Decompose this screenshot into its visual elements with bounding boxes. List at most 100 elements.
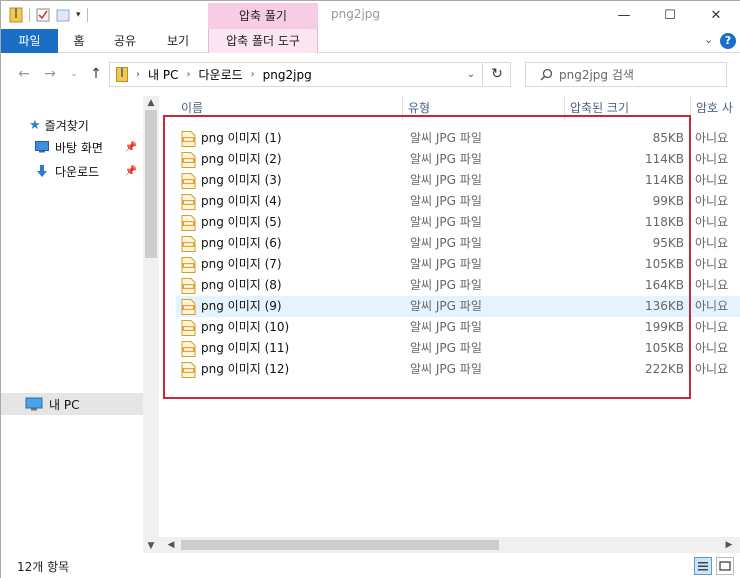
forward-button[interactable]: → xyxy=(41,65,59,83)
status-bar: 12개 항목 xyxy=(1,553,740,578)
scroll-up-icon[interactable]: ▲ xyxy=(143,96,159,110)
maximize-icon: ☐ xyxy=(664,7,676,23)
details-view-button[interactable] xyxy=(694,557,712,575)
address-bar[interactable]: › 내 PC › 다운로드 › png2jpg xyxy=(109,62,483,87)
zip-folder-icon xyxy=(116,67,128,82)
file-name: png 이미지 (12) xyxy=(201,362,290,376)
file-row[interactable]: png 이미지 (8) 알씨 JPG 파일 164KB 아니요 xyxy=(176,275,740,296)
pin-icon[interactable]: 📌 xyxy=(125,142,137,153)
navigation-pane-scrollbar[interactable]: ▲ ▼ xyxy=(143,96,159,553)
file-name: png 이미지 (10) xyxy=(201,320,290,334)
nav-this-pc[interactable]: 내 PC xyxy=(1,393,143,415)
file-compressed-size: 164KB xyxy=(644,278,684,292)
file-compressed-size: 114KB xyxy=(644,173,684,187)
file-password: 아니요 xyxy=(695,320,729,334)
help-button[interactable]: ? xyxy=(720,33,736,49)
nav-label: 즐겨찾기 xyxy=(44,118,89,133)
arrow-up-icon: ↑ xyxy=(90,66,102,82)
column-header-compressed-size[interactable]: 압축된 크기 xyxy=(565,96,691,120)
tab-compressed-folder-tools[interactable]: 압축 폴더 도구 xyxy=(208,29,318,53)
recent-locations-button[interactable]: ⌄ xyxy=(65,65,83,83)
file-password: 아니요 xyxy=(695,362,729,376)
file-type: 알씨 JPG 파일 xyxy=(410,299,482,313)
column-header-name[interactable]: 이름 xyxy=(176,96,403,120)
jpg-file-icon xyxy=(181,299,196,315)
scrollbar-thumb[interactable] xyxy=(145,110,157,258)
file-password: 아니요 xyxy=(695,341,729,355)
file-type: 알씨 JPG 파일 xyxy=(410,215,482,229)
nav-desktop[interactable]: 바탕 화면 📌 xyxy=(1,136,143,158)
context-tab-header: 압축 풀기 xyxy=(208,3,318,29)
jpg-file-icon xyxy=(181,257,196,273)
scrollbar-thumb[interactable] xyxy=(181,540,499,550)
toolbar-separator xyxy=(86,8,88,22)
customize-toolbar-dropdown-icon[interactable]: ▾ xyxy=(76,10,81,20)
file-row[interactable]: png 이미지 (6) 알씨 JPG 파일 95KB 아니요 xyxy=(176,233,740,254)
file-type: 알씨 JPG 파일 xyxy=(410,257,482,271)
up-button[interactable]: ↑ xyxy=(87,65,105,83)
collapse-ribbon-button[interactable]: ⌄ xyxy=(704,33,713,46)
jpg-file-icon xyxy=(181,173,196,189)
file-row[interactable]: png 이미지 (3) 알씨 JPG 파일 114KB 아니요 xyxy=(176,170,740,191)
file-compressed-size: 114KB xyxy=(644,152,684,166)
address-history-button[interactable]: ⌄ xyxy=(459,62,483,87)
scroll-right-icon[interactable]: ▶ xyxy=(721,537,737,553)
file-row[interactable]: png 이미지 (2) 알씨 JPG 파일 114KB 아니요 xyxy=(176,149,740,170)
file-compressed-size: 199KB xyxy=(644,320,684,334)
column-header-type[interactable]: 유형 xyxy=(403,96,565,120)
file-compressed-size: 105KB xyxy=(644,257,684,271)
file-name: png 이미지 (2) xyxy=(201,152,282,166)
search-icon xyxy=(540,68,553,81)
minimize-button[interactable]: — xyxy=(601,1,647,29)
toolbar-separator xyxy=(29,8,30,22)
file-password: 아니요 xyxy=(695,299,729,313)
jpg-file-icon xyxy=(181,236,196,252)
file-name: png 이미지 (11) xyxy=(201,341,290,355)
refresh-button[interactable]: ↻ xyxy=(484,62,511,87)
nav-label: 내 PC xyxy=(49,397,80,412)
nav-downloads[interactable]: 다운로드 📌 xyxy=(1,160,143,182)
file-row[interactable]: png 이미지 (9) 알씨 JPG 파일 136KB 아니요 xyxy=(176,296,740,317)
quick-access-toolbar: ▾ xyxy=(9,6,88,24)
properties-icon[interactable] xyxy=(36,8,50,22)
file-name: png 이미지 (7) xyxy=(201,257,282,271)
nav-quick-access[interactable]: ★ 즐겨찾기 xyxy=(1,114,143,136)
file-row[interactable]: png 이미지 (5) 알씨 JPG 파일 118KB 아니요 xyxy=(176,212,740,233)
column-header-password[interactable]: 암호 사 xyxy=(691,96,740,120)
chevron-down-icon: ⌄ xyxy=(70,69,78,79)
file-row[interactable]: png 이미지 (1) 알씨 JPG 파일 85KB 아니요 xyxy=(176,128,740,149)
back-button[interactable]: ← xyxy=(15,65,33,83)
desktop-icon xyxy=(35,141,49,153)
file-explorer-window: ▾ 압축 풀기 png2jpg — ☐ ✕ 파일 홈 공유 보기 압축 폴더 도… xyxy=(0,0,740,578)
file-password: 아니요 xyxy=(695,131,729,145)
file-row[interactable]: png 이미지 (12) 알씨 JPG 파일 222KB 아니요 xyxy=(176,359,740,380)
file-list-horizontal-scrollbar[interactable]: ◀ ▶ xyxy=(159,537,740,553)
tab-share[interactable]: 공유 xyxy=(104,29,146,53)
close-button[interactable]: ✕ xyxy=(693,1,739,29)
tab-home[interactable]: 홈 xyxy=(61,29,97,53)
file-compressed-size: 105KB xyxy=(644,341,684,355)
large-icons-view-button[interactable] xyxy=(716,557,734,575)
breadcrumb-this-pc[interactable]: 내 PC xyxy=(148,66,178,83)
breadcrumb-downloads[interactable]: 다운로드 xyxy=(198,66,242,83)
tab-file[interactable]: 파일 xyxy=(1,29,58,53)
jpg-file-icon xyxy=(181,278,196,294)
file-name: png 이미지 (4) xyxy=(201,194,282,208)
new-folder-icon[interactable] xyxy=(56,8,70,22)
file-row[interactable]: png 이미지 (7) 알씨 JPG 파일 105KB 아니요 xyxy=(176,254,740,275)
file-row[interactable]: png 이미지 (10) 알씨 JPG 파일 199KB 아니요 xyxy=(176,317,740,338)
scroll-left-icon[interactable]: ◀ xyxy=(163,537,179,553)
close-icon: ✕ xyxy=(710,7,722,23)
maximize-button[interactable]: ☐ xyxy=(647,1,693,29)
file-name: png 이미지 (1) xyxy=(201,131,282,145)
pin-icon[interactable]: 📌 xyxy=(125,166,137,177)
tab-view[interactable]: 보기 xyxy=(156,29,200,53)
breadcrumb-separator-icon: › xyxy=(186,69,191,80)
star-icon: ★ xyxy=(29,117,41,133)
search-box[interactable]: png2jpg 검색 xyxy=(525,62,727,87)
file-row[interactable]: png 이미지 (4) 알씨 JPG 파일 99KB 아니요 xyxy=(176,191,740,212)
navigation-bar: ← → ⌄ ↑ › 내 PC › 다운로드 › png2jpg ⌄ ↻ png2… xyxy=(1,53,740,96)
breadcrumb-png2jpg[interactable]: png2jpg xyxy=(263,68,312,82)
scroll-down-icon[interactable]: ▼ xyxy=(143,539,159,553)
file-row[interactable]: png 이미지 (11) 알씨 JPG 파일 105KB 아니요 xyxy=(176,338,740,359)
